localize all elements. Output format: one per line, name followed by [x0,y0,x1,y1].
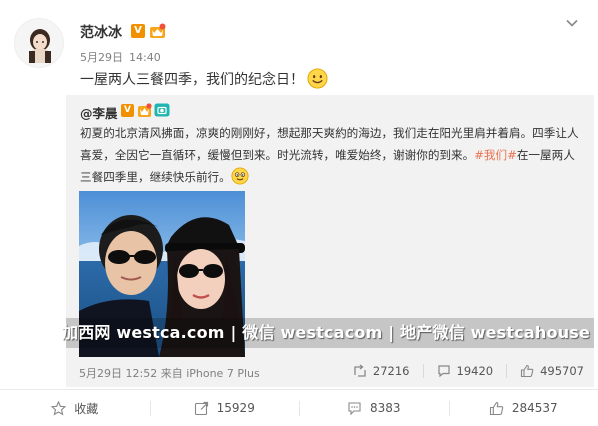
repost-likes-button[interactable]: 495707 [520,364,584,378]
comment-icon [437,365,450,378]
repost-meta: 5月29日 12:52 来自 iPhone 7 Plus [79,365,260,381]
repost-comments-button[interactable]: 19420 [437,364,494,378]
thumbs-up-icon [521,364,534,378]
repost-comments-count: 19420 [456,364,494,378]
repost-stats: 27216 19420 495707 [353,364,584,378]
like-button[interactable]: 284537 [448,390,598,426]
favorite-label: 收藏 [74,401,99,416]
share-icon [194,401,208,415]
divider [422,364,424,378]
repost-date[interactable]: 5月29日 12:52 [79,367,157,380]
repost-source: 来自 iPhone 7 Plus [160,367,260,380]
happy-emoji-icon [231,167,249,185]
comment-count: 8383 [369,401,401,415]
star-icon [51,400,67,416]
like-count: 284537 [511,401,558,415]
action-bar: 收藏 15929 8383 284537 [0,389,598,426]
camera-icon [154,103,170,117]
repost-author[interactable]: @李晨 [80,103,118,122]
watermark-text: 加西网 westca.com | 微信 westcacom | 地产微信 wes… [62,323,591,342]
post-timestamp[interactable]: 5月29日 14:40 [80,49,167,65]
weibo-post-card: 范冰冰 V 5月29日 14:40 一屋两人三餐四季，我们的纪念日！ @李晨 V [0,0,598,426]
smile-emoji-icon [307,68,328,89]
post-text: 一屋两人三餐四季，我们的纪念日！ [80,68,328,89]
hashtag-link[interactable]: #我们# [474,148,517,162]
repost-verified-badge-icon: V [121,104,134,117]
chevron-down-icon[interactable] [565,16,579,30]
divider [506,364,508,378]
comment-icon [348,401,361,415]
comment-button[interactable]: 8383 [299,390,449,426]
repost-icon [354,364,366,377]
repost-reposts-button[interactable]: 27216 [353,364,410,378]
verified-badge-icon: V [131,24,145,38]
post-time[interactable]: 14:40 [129,51,161,64]
author-name[interactable]: 范冰冰 [80,22,122,42]
post-text-content: 一屋两人三餐四季，我们的纪念日！ [80,72,304,88]
repost-block[interactable]: @李晨 V 初夏的北京清风拂面，凉爽的刚刚好，想起那天爽約的海边，我们走在阳光里… [66,95,594,387]
repost-vip-crown-icon [138,103,152,117]
repost-reposts-count: 27216 [372,364,410,378]
post-date[interactable]: 5月29日 [80,51,123,64]
author-avatar[interactable] [14,18,64,68]
repost-footer: 5月29日 12:52 来自 iPhone 7 Plus 27216 19420… [79,364,584,383]
repost-count: 15929 [216,401,255,415]
repost-button[interactable]: 15929 [149,390,300,426]
repost-likes-count: 495707 [540,364,584,378]
vip-crown-icon [150,23,166,38]
thumbs-up-icon [489,401,504,415]
repost-text: 初夏的北京清风拂面，凉爽的刚刚好，想起那天爽約的海边，我们走在阳光里肩并着肩。四… [80,122,585,188]
favorite-button[interactable]: 收藏 [0,390,150,426]
